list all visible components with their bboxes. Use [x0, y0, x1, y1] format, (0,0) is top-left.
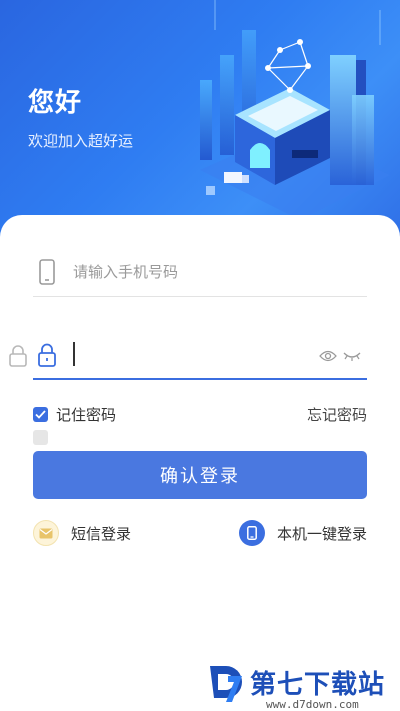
remember-label: 记住密码 — [56, 406, 117, 424]
remember-checkbox[interactable] — [33, 407, 48, 422]
login-button[interactable]: 确认登录 — [33, 451, 367, 499]
onekey-login-label: 本机一键登录 — [276, 524, 367, 543]
phone-icon — [39, 259, 55, 285]
checkbox-shadow — [33, 430, 48, 445]
mobile-icon — [238, 520, 265, 546]
lock-icon — [38, 343, 56, 367]
sms-login-button[interactable]: 短信登录 — [33, 520, 131, 546]
envelope-icon — [33, 520, 59, 546]
watermark-url: www.d7down.com — [266, 698, 359, 711]
check-icon — [35, 410, 46, 419]
greeting-title: 您好 — [28, 88, 83, 118]
site-watermark: 第七下载站 www.d7down.com — [204, 660, 394, 711]
forgot-password-link[interactable]: 忘记密码 — [307, 404, 367, 425]
d7-logo-icon — [210, 666, 242, 702]
sms-login-label: 短信登录 — [71, 524, 132, 543]
hero-banner: 您好 欢迎加入超好运 — [0, 0, 400, 250]
city-illustration — [200, 0, 390, 220]
remember-password[interactable]: 记住密码 — [33, 404, 116, 425]
eye-closed-icon[interactable] — [343, 349, 361, 363]
onekey-login-button[interactable]: 本机一键登录 — [238, 520, 367, 546]
phone-input[interactable] — [73, 259, 353, 285]
password-field[interactable] — [33, 330, 367, 380]
eye-icon[interactable] — [319, 349, 337, 363]
lock-icon — [9, 345, 27, 367]
greeting-subtitle: 欢迎加入超好运 — [28, 132, 134, 150]
phone-field[interactable] — [33, 247, 367, 297]
password-input[interactable] — [73, 342, 303, 368]
watermark-brand: 第七下载站 — [250, 670, 386, 700]
